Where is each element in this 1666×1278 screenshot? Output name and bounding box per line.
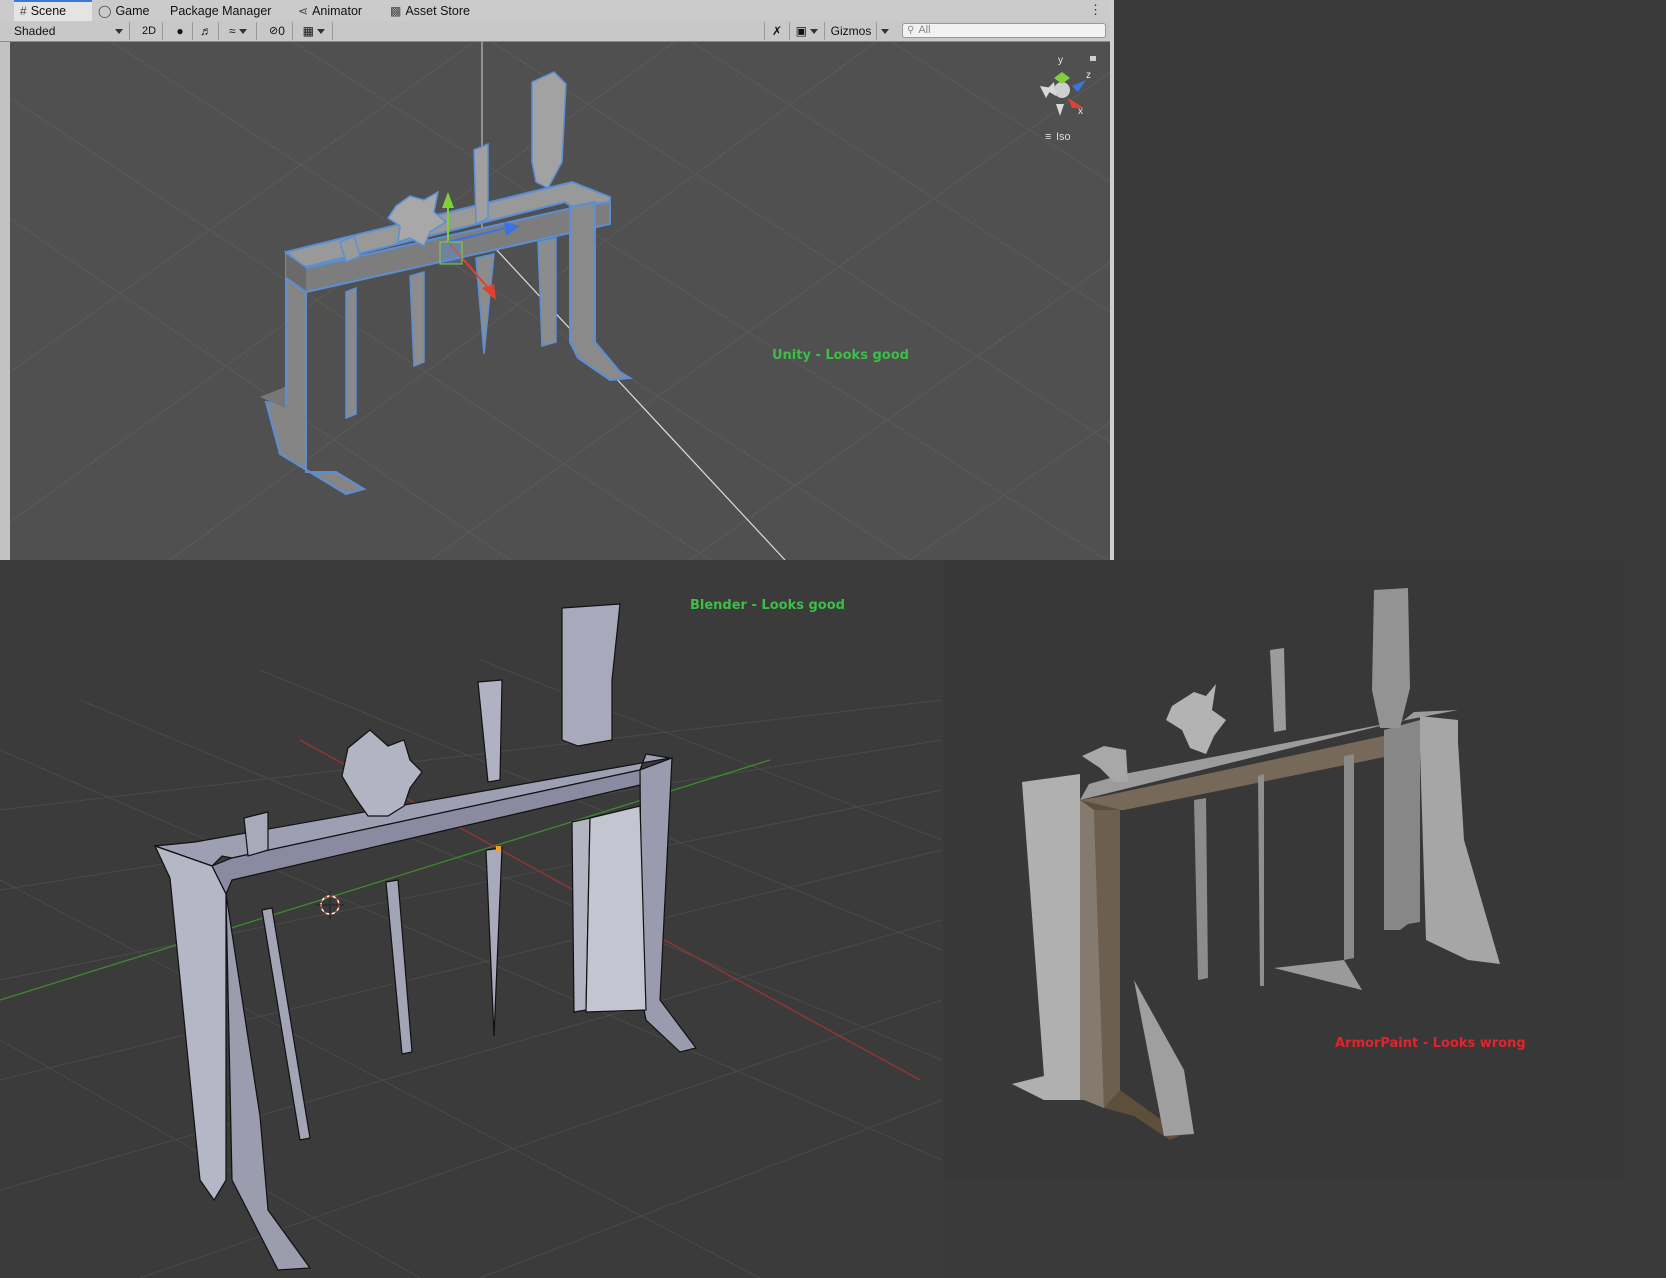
- tab-scene-label: Scene: [30, 4, 67, 18]
- blender-canvas[interactable]: [0, 560, 942, 1278]
- scene-toolbar: Shaded 2D ● ♬ ≈ ⊘ 0 ▦ ✗ ▣ Gizmos ⚲ All: [0, 21, 1114, 42]
- lightbulb-icon: ●: [176, 24, 184, 38]
- gizmo-axis-z-label: z: [1086, 70, 1091, 81]
- camera-dropdown[interactable]: ▣: [790, 22, 825, 40]
- grid-icon: #: [20, 4, 27, 18]
- effects-icon: ≈: [229, 24, 236, 38]
- scene-canvas[interactable]: y z x ≡ Iso: [10, 42, 1110, 560]
- chevron-down-icon: [810, 28, 819, 34]
- tab-asset-store[interactable]: ▩ Asset Store: [384, 0, 482, 21]
- x-axis-line: [479, 231, 786, 560]
- object-origin: [496, 846, 501, 851]
- bag-icon: ▩: [390, 3, 402, 18]
- gizmos-dropdown[interactable]: [878, 22, 892, 40]
- y-arrow-handle[interactable]: [442, 192, 454, 208]
- plane-handle[interactable]: [439, 241, 463, 265]
- draw-mode-label: Shaded: [14, 24, 56, 38]
- chevron-down-icon: [317, 28, 326, 34]
- tab-scene[interactable]: # Scene: [14, 0, 92, 21]
- lighting-toggle[interactable]: ●: [168, 22, 193, 40]
- projection-label[interactable]: Iso: [1056, 131, 1071, 143]
- toggle-2d-button[interactable]: 2D: [136, 22, 163, 40]
- grid-snap-icon: ▦: [302, 24, 314, 38]
- unity-scene-window: # Scene ◯ Game Package Manager ⋖ Animato…: [0, 0, 1114, 560]
- hidden-count: 0: [278, 24, 285, 38]
- search-icon: ⚲: [907, 25, 915, 36]
- gamepad-icon: ◯: [98, 3, 112, 18]
- search-placeholder: All: [918, 24, 931, 36]
- blender-viewport[interactable]: Blender - Looks good: [0, 560, 942, 1278]
- effects-dropdown[interactable]: ≈: [220, 22, 257, 40]
- armorpaint-caption: ArmorPaint - Looks wrong: [1335, 1036, 1526, 1051]
- tab-package-manager-label: Package Manager: [170, 3, 272, 18]
- armorpaint-viewport[interactable]: ArmorPaint - Looks wrong: [942, 560, 1666, 1278]
- blender-caption: Blender - Looks good: [690, 598, 845, 613]
- tab-game[interactable]: ◯ Game: [92, 0, 164, 21]
- chevron-down-icon: [238, 28, 247, 34]
- chevron-down-icon: [115, 28, 123, 34]
- tools-icon: ✗: [771, 24, 783, 38]
- more-options-icon[interactable]: ⋮: [1089, 0, 1102, 20]
- armorpaint-canvas[interactable]: [944, 560, 1624, 1180]
- tab-package-manager[interactable]: Package Manager: [164, 0, 292, 21]
- hierarchy-search-input[interactable]: ⚲ All: [902, 23, 1106, 38]
- weapon-rack-model[interactable]: [260, 71, 634, 496]
- animator-icon: ⋖: [298, 3, 309, 18]
- gizmo-axis-y-label: y: [1058, 55, 1063, 66]
- blender-grid: [0, 659, 942, 1278]
- chevron-down-icon: [881, 28, 889, 34]
- tab-animator-label: Animator: [312, 3, 363, 18]
- tab-asset-store-label: Asset Store: [405, 3, 470, 18]
- 3d-cursor-icon[interactable]: [316, 891, 344, 919]
- right-dock-strip: [1110, 0, 1114, 560]
- armorpaint-render-area[interactable]: ArmorPaint - Looks wrong: [944, 560, 1624, 1180]
- grid-snap-dropdown[interactable]: ▦: [296, 22, 333, 40]
- draw-mode-dropdown[interactable]: Shaded: [10, 22, 130, 40]
- audio-toggle[interactable]: ♬: [194, 22, 219, 40]
- gizmos-button[interactable]: Gizmos: [826, 22, 877, 40]
- scene-viewport[interactable]: y z x ≡ Iso Unity - Looks good: [10, 42, 1110, 560]
- camera-icon: ▣: [795, 24, 807, 38]
- speaker-icon: ♬: [200, 24, 212, 38]
- unity-caption: Unity - Looks good: [772, 348, 909, 363]
- tab-game-label: Game: [115, 3, 150, 18]
- toggle-2d-label: 2D: [141, 25, 157, 37]
- tab-animator[interactable]: ⋖ Animator: [292, 0, 384, 21]
- blender-weapon-rack-model[interactable]: [153, 603, 698, 1271]
- tools-toggle[interactable]: ✗: [764, 22, 790, 40]
- orientation-gizmo[interactable]: y z x: [1040, 55, 1091, 117]
- armorpaint-weapon-rack-model[interactable]: [1012, 588, 1500, 1140]
- eye-slash-icon: ⊘: [269, 25, 279, 37]
- lock-icon[interactable]: [1090, 56, 1096, 61]
- gizmo-axis-x-label: x: [1078, 106, 1083, 117]
- gizmos-label: Gizmos: [830, 24, 872, 38]
- unity-tab-bar: # Scene ◯ Game Package Manager ⋖ Animato…: [0, 0, 1114, 22]
- menu-icon[interactable]: ≡: [1045, 131, 1051, 143]
- hidden-objects-toggle[interactable]: ⊘ 0: [262, 22, 293, 40]
